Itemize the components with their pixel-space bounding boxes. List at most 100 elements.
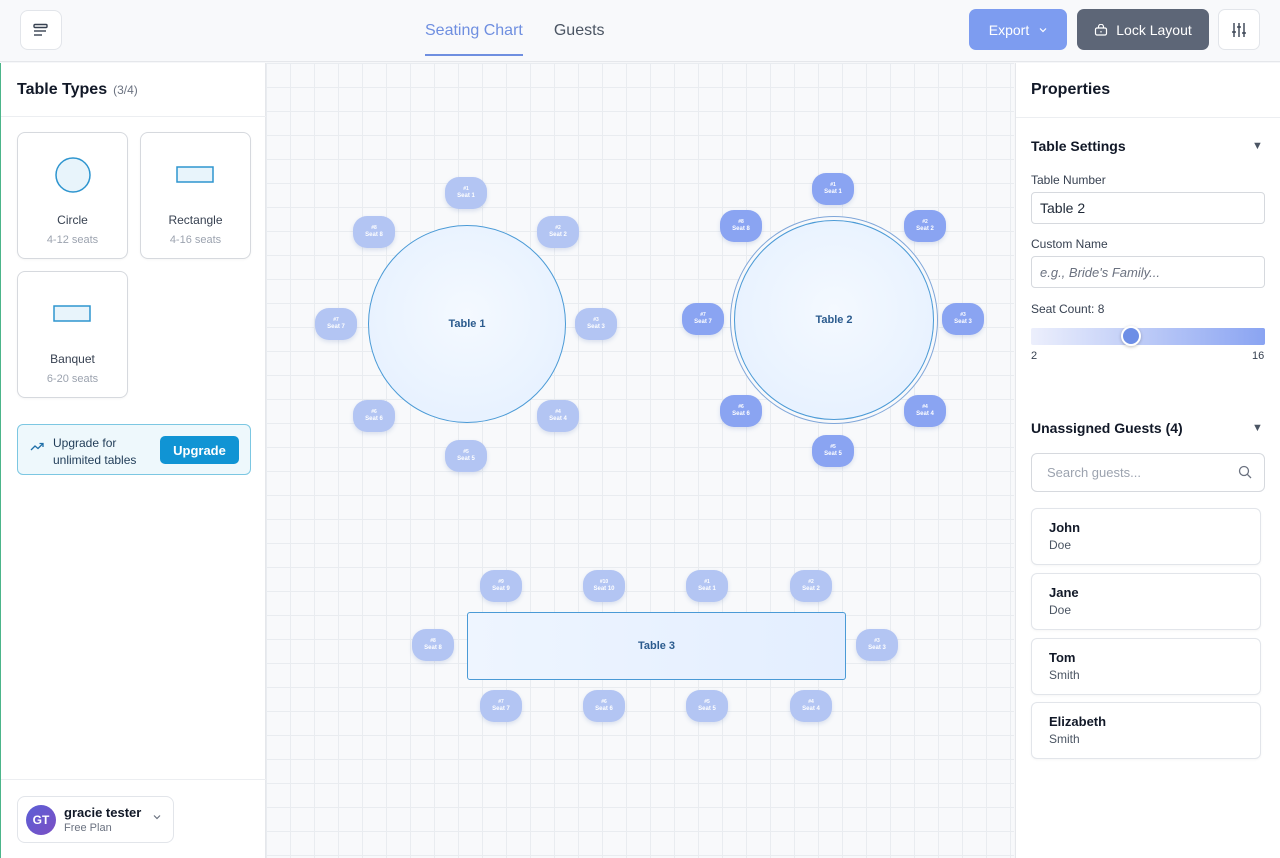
seat-label: Seat 7 — [492, 706, 510, 712]
seat-label: Seat 10 — [593, 586, 615, 592]
table-type-banquet[interactable]: Banquet 6-20 seats — [17, 271, 128, 398]
table-1[interactable]: Table 1 — [368, 225, 566, 423]
seat-label: Seat 6 — [595, 706, 613, 712]
table-count: (3/4) — [113, 83, 138, 97]
export-button[interactable]: Export — [969, 9, 1067, 50]
properties-panel: Properties Table Settings ▼ Table Number… — [1015, 63, 1280, 858]
custom-name-label: Custom Name — [1031, 237, 1108, 251]
seat[interactable]: #1 Seat 1 — [812, 173, 854, 205]
slider-max-label: 16 — [1252, 350, 1265, 362]
table-type-seats: 6-20 seats — [46, 373, 99, 385]
seat-label: Seat 4 — [549, 416, 567, 422]
view-tabs: Seating Chart Guests — [425, 0, 636, 62]
lock-layout-button[interactable]: Lock Layout — [1077, 9, 1209, 50]
seat[interactable]: #4 Seat 4 — [790, 690, 832, 722]
guest-last-name: Smith — [1049, 732, 1080, 746]
collapse-arrow-icon[interactable]: ▼ — [1252, 140, 1263, 152]
seat[interactable]: #2 Seat 2 — [790, 570, 832, 602]
seat[interactable]: #10 Seat 10 — [583, 570, 625, 602]
seat-label: Seat 9 — [492, 586, 510, 592]
seat[interactable]: #3 Seat 3 — [575, 308, 617, 340]
guest-card[interactable]: John Doe — [1031, 508, 1261, 565]
seat-label: Seat 1 — [824, 189, 842, 195]
seating-canvas[interactable]: Table 1 Table 2 Table 3 #1 Seat 1 #2 Seat 2… — [266, 63, 1014, 858]
seat-label: Seat 3 — [587, 324, 605, 330]
user-name: gracie tester — [64, 805, 142, 820]
circle-table-icon — [54, 157, 91, 193]
seat[interactable]: #6 Seat 6 — [583, 690, 625, 722]
table-type-rectangle[interactable]: Rectangle 4-16 seats — [140, 132, 251, 259]
settings-button[interactable] — [1218, 9, 1260, 50]
menu-button[interactable] — [20, 10, 62, 50]
guest-card[interactable]: Elizabeth Smith — [1031, 702, 1261, 759]
guest-last-name: Doe — [1049, 603, 1072, 617]
seat-label: Seat 5 — [698, 706, 716, 712]
export-label: Export — [988, 21, 1030, 38]
seat-label: Seat 2 — [549, 232, 567, 238]
table-types-sidebar: Table Types (3/4) Circle 4-12 seats Recta… — [0, 63, 266, 858]
seat[interactable]: #5 Seat 5 — [686, 690, 728, 722]
table-label: Table 2 — [815, 314, 853, 326]
seat-label: Seat 4 — [916, 411, 934, 417]
guest-first-name: Elizabeth — [1049, 714, 1107, 729]
slider-min-label: 2 — [1031, 350, 1038, 362]
seat-label: Seat 5 — [824, 451, 842, 457]
upgrade-text: Upgrade for unlimited tables — [53, 436, 137, 467]
table-2[interactable]: Table 2 — [734, 220, 934, 420]
seat-label: Seat 8 — [424, 645, 442, 651]
seat[interactable]: #3 Seat 3 — [942, 303, 984, 335]
chevron-down-icon — [153, 815, 161, 820]
custom-name-input[interactable] — [1031, 256, 1265, 288]
seat[interactable]: #4 Seat 4 — [904, 395, 946, 427]
table-number-input[interactable] — [1031, 192, 1265, 224]
seat-label: Seat 3 — [954, 319, 972, 325]
tab-guests[interactable]: Guests — [554, 0, 605, 56]
guest-first-name: John — [1049, 520, 1081, 535]
seat[interactable]: #4 Seat 4 — [537, 400, 579, 432]
seat[interactable]: #8 Seat 8 — [720, 210, 762, 242]
rectangle-table-icon — [175, 166, 214, 183]
seat[interactable]: #5 Seat 5 — [445, 440, 487, 472]
seat[interactable]: #8 Seat 8 — [353, 216, 395, 248]
sliders-icon — [1232, 22, 1246, 37]
seat-count-slider[interactable] — [1031, 328, 1265, 345]
table-type-name: Rectangle — [168, 213, 223, 227]
seat[interactable]: #2 Seat 2 — [904, 210, 946, 242]
user-menu[interactable]: GT gracie tester Free Plan — [17, 796, 174, 843]
seat[interactable]: #7 Seat 7 — [315, 308, 357, 340]
upgrade-banner: Upgrade for unlimited tables Upgrade — [17, 424, 251, 475]
seat-label: Seat 7 — [327, 324, 345, 330]
search-icon — [1238, 465, 1252, 479]
seat[interactable]: #6 Seat 6 — [353, 400, 395, 432]
avatar: GT — [26, 805, 56, 835]
tab-seating-chart[interactable]: Seating Chart — [425, 0, 523, 56]
lock-layout-label: Lock Layout — [1116, 21, 1192, 38]
guest-first-name: Tom — [1049, 650, 1076, 665]
table-type-seats: 4-12 seats — [46, 234, 99, 246]
seat-label: Seat 7 — [694, 319, 712, 325]
upgrade-button[interactable]: Upgrade — [160, 436, 239, 464]
user-plan: Free Plan — [64, 822, 112, 834]
seat[interactable]: #3 Seat 3 — [856, 629, 898, 661]
seat[interactable]: #2 Seat 2 — [537, 216, 579, 248]
table-3[interactable]: Table 3 — [467, 612, 846, 680]
seat[interactable]: #8 Seat 8 — [412, 629, 454, 661]
guest-card[interactable]: Tom Smith — [1031, 638, 1261, 695]
seat[interactable]: #7 Seat 7 — [480, 690, 522, 722]
seat[interactable]: #7 Seat 7 — [682, 303, 724, 335]
seat[interactable]: #6 Seat 6 — [720, 395, 762, 427]
guest-card[interactable]: Jane Doe — [1031, 573, 1261, 630]
seat[interactable]: #5 Seat 5 — [812, 435, 854, 467]
seat[interactable]: #1 Seat 1 — [686, 570, 728, 602]
guest-last-name: Doe — [1049, 538, 1072, 552]
seat-label: Seat 1 — [698, 586, 716, 592]
seat[interactable]: #1 Seat 1 — [445, 177, 487, 209]
table-type-name: Banquet — [50, 352, 95, 366]
unassigned-guests-toggle[interactable]: Unassigned Guests (4) — [1031, 420, 1183, 436]
seat[interactable]: #9 Seat 9 — [480, 570, 522, 602]
table-type-circle[interactable]: Circle 4-12 seats — [17, 132, 128, 259]
table-settings-toggle[interactable]: Table Settings — [1031, 138, 1126, 154]
collapse-arrow-icon[interactable]: ▼ — [1252, 422, 1263, 434]
seat-label: Seat 6 — [365, 416, 383, 422]
search-guests-input[interactable] — [1031, 453, 1265, 492]
